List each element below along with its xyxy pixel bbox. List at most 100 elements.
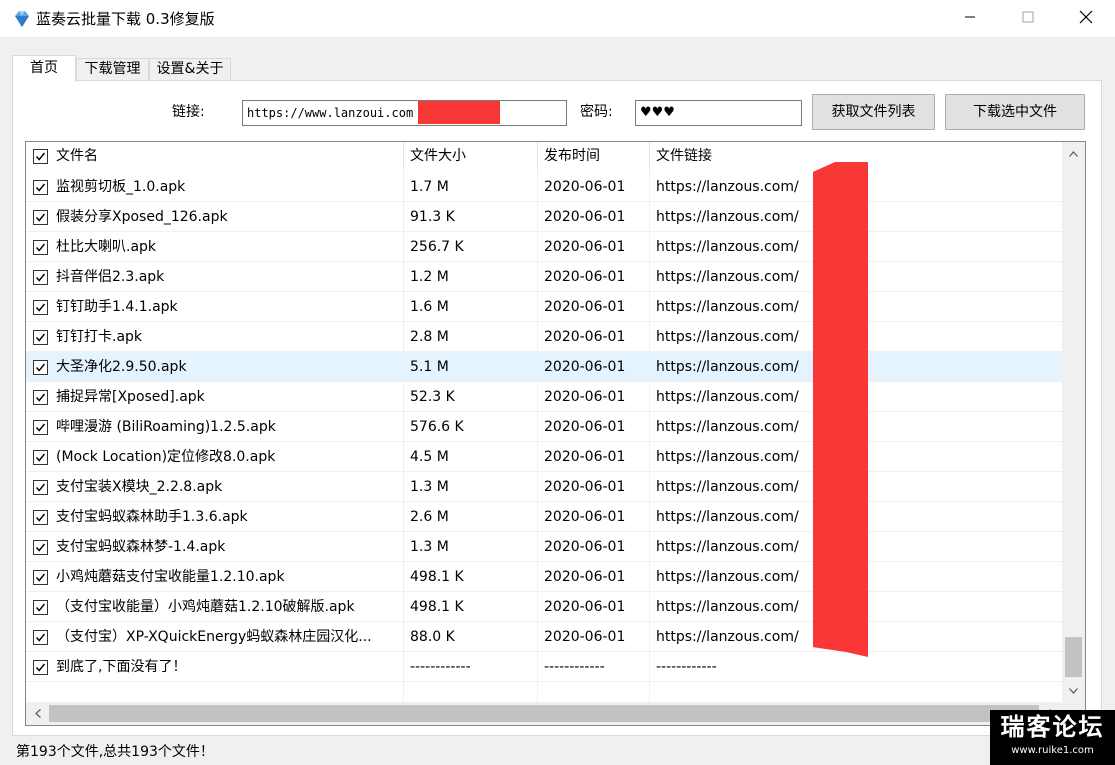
redaction-mark [813,162,868,657]
cell-file-name: 哔哩漫游 (BiliRoaming)1.2.5.apk [56,419,276,435]
table-row[interactable]: （支付宝收能量）小鸡炖蘑菇1.2.10破解版.apk 498.1 K 2020-06… [26,592,1063,622]
cell-file-name: 小鸡炖蘑菇支付宝收能量1.2.10.apk [56,569,285,585]
row-checkbox[interactable] [33,450,48,465]
cell-file-name: 捕捉异常[Xposed].apk [56,389,205,405]
row-checkbox[interactable] [33,540,48,555]
checkmark-icon [35,152,46,161]
header-date[interactable]: 发布时间 [538,142,650,171]
password-input[interactable]: ♥♥♥ [635,100,802,126]
cell-file-size: 498.1 K [410,569,464,585]
table-row[interactable]: 支付宝装X模块_2.2.8.apk 1.3 M 2020-06-01 https://… [26,472,1063,502]
tab-settings-about[interactable]: 设置&关于 [149,58,231,81]
window-title: 蓝奏云批量下载 0.3修复版 [36,10,215,28]
checkmark-icon [35,183,46,192]
header-size[interactable]: 文件大小 [404,142,538,171]
cell-file-size: 2.8 M [410,329,449,345]
checkmark-icon [35,243,46,252]
cell-file-name: 抖音伴侣2.3.apk [56,269,165,285]
table-row[interactable]: (Mock Location)定位修改8.0.apk 4.5 M 2020-06-0… [26,442,1063,472]
checkmark-icon [35,303,46,312]
cell-file-link: ------------ [656,659,717,675]
cell-publish-date: 2020-06-01 [544,209,626,225]
cell-publish-date: 2020-06-01 [544,509,626,525]
row-checkbox[interactable] [33,210,48,225]
maximize-button[interactable] [999,0,1057,38]
row-checkbox[interactable] [33,180,48,195]
row-checkbox[interactable] [33,510,48,525]
cell-publish-date: 2020-06-01 [544,239,626,255]
cell-publish-date: 2020-06-01 [544,629,626,645]
chevron-down-icon[interactable] [1062,679,1085,702]
cell-publish-date: 2020-06-01 [544,419,626,435]
tab-home[interactable]: 首页 [12,55,76,82]
horizontal-scrollbar[interactable] [26,702,1063,725]
tab-download-manager[interactable]: 下载管理 [76,58,149,81]
table-row[interactable]: 支付宝蚂蚁森林梦-1.4.apk 1.3 M 2020-06-01 https://l… [26,532,1063,562]
row-checkbox[interactable] [33,300,48,315]
table-row[interactable]: 监视剪切板_1.0.apk 1.7 M 2020-06-01 https://lanz… [26,172,1063,202]
checkmark-icon [35,573,46,582]
cell-publish-date: 2020-06-01 [544,569,626,585]
table-row[interactable]: 钉钉助手1.4.1.apk 1.6 M 2020-06-01 https://lanz… [26,292,1063,322]
checkmark-icon [35,663,46,672]
cell-file-size: 91.3 K [410,209,455,225]
cell-publish-date: 2020-06-01 [544,299,626,315]
file-list[interactable]: 文件名 文件大小 发布时间 文件链接 监视剪切板_1.0.apk 1.7 M 202… [25,141,1086,726]
table-row[interactable]: 大圣净化2.9.50.apk 5.1 M 2020-06-01 https://lan… [26,352,1063,382]
checkmark-icon [35,483,46,492]
table-row[interactable]: 小鸡炖蘑菇支付宝收能量1.2.10.apk 498.1 K 2020-06-01 ht… [26,562,1063,592]
link-input[interactable]: https://www.lanzoui.com [242,100,567,126]
checkmark-icon [35,513,46,522]
table-row[interactable]: 到底了,下面没有了！ ------------ ------------ ------… [26,652,1063,682]
row-checkbox[interactable] [33,330,48,345]
table-row[interactable]: （支付宝）XP-XQuickEnergy蚂蚁森林庄园汉化... 88.0 K 202… [26,622,1063,652]
chevron-left-icon[interactable] [26,702,49,725]
table-row[interactable]: 捕捉异常[Xposed].apk 52.3 K 2020-06-01 https://… [26,382,1063,412]
row-checkbox[interactable] [33,570,48,585]
cell-file-name: 监视剪切板_1.0.apk [56,179,186,195]
cell-publish-date: 2020-06-01 [544,269,626,285]
row-checkbox[interactable] [33,240,48,255]
cell-publish-date: 2020-06-01 [544,539,626,555]
table-row[interactable]: 钉钉打卡.apk 2.8 M 2020-06-01 https://lanzous.c… [26,322,1063,352]
checkmark-icon [35,363,46,372]
status-text: 第193个文件,总共193个文件！ [16,744,214,760]
chevron-up-icon[interactable] [1062,142,1085,165]
row-checkbox[interactable] [33,600,48,615]
fetch-file-list-button[interactable]: 获取文件列表 [812,94,935,130]
header-name[interactable]: 文件名 [26,142,404,171]
cell-file-name: 钉钉打卡.apk [56,329,143,345]
vertical-scrollbar[interactable] [1062,142,1085,702]
row-checkbox[interactable] [33,630,48,645]
close-button[interactable] [1057,0,1115,38]
row-checkbox[interactable] [33,660,48,675]
select-all-checkbox[interactable] [33,149,48,164]
list-header: 文件名 文件大小 发布时间 文件链接 [26,142,1063,171]
diamond-icon [12,9,32,29]
row-checkbox[interactable] [33,270,48,285]
row-checkbox[interactable] [33,360,48,375]
cell-file-name: （支付宝收能量）小鸡炖蘑菇1.2.10破解版.apk [56,599,355,615]
cell-file-name: 杜比大喇叭.apk [56,239,157,255]
cell-publish-date: 2020-06-01 [544,479,626,495]
row-checkbox[interactable] [33,420,48,435]
row-checkbox[interactable] [33,390,48,405]
checkmark-icon [35,453,46,462]
download-selected-button[interactable]: 下载选中文件 [945,94,1085,130]
minimize-icon [964,11,976,27]
row-checkbox[interactable] [33,480,48,495]
table-row[interactable]: 假装分享Xposed_126.apk 91.3 K 2020-06-01 https:… [26,202,1063,232]
cell-file-name: 支付宝装X模块_2.2.8.apk [56,479,223,495]
horizontal-scroll-thumb[interactable] [49,705,1039,722]
forum-watermark: 瑞客论坛 www.ruike1.com [990,710,1115,765]
table-row[interactable]: 支付宝蚂蚁森林助手1.3.6.apk 2.6 M 2020-06-01 https:/… [26,502,1063,532]
watermark-text: 瑞客论坛 [1000,713,1105,741]
list-rows: 监视剪切板_1.0.apk 1.7 M 2020-06-01 https://lanz… [26,172,1063,682]
table-row[interactable]: 哔哩漫游 (BiliRoaming)1.2.5.apk 576.6 K 2020-0… [26,412,1063,442]
table-row[interactable]: 抖音伴侣2.3.apk 1.2 M 2020-06-01 https://lanzou… [26,262,1063,292]
checkmark-icon [35,393,46,402]
table-row[interactable]: 杜比大喇叭.apk 256.7 K 2020-06-01 https://lanzou… [26,232,1063,262]
minimize-button[interactable] [941,0,999,38]
vertical-scroll-thumb[interactable] [1065,637,1082,677]
cell-file-name: （支付宝）XP-XQuickEnergy蚂蚁森林庄园汉化... [56,629,372,645]
